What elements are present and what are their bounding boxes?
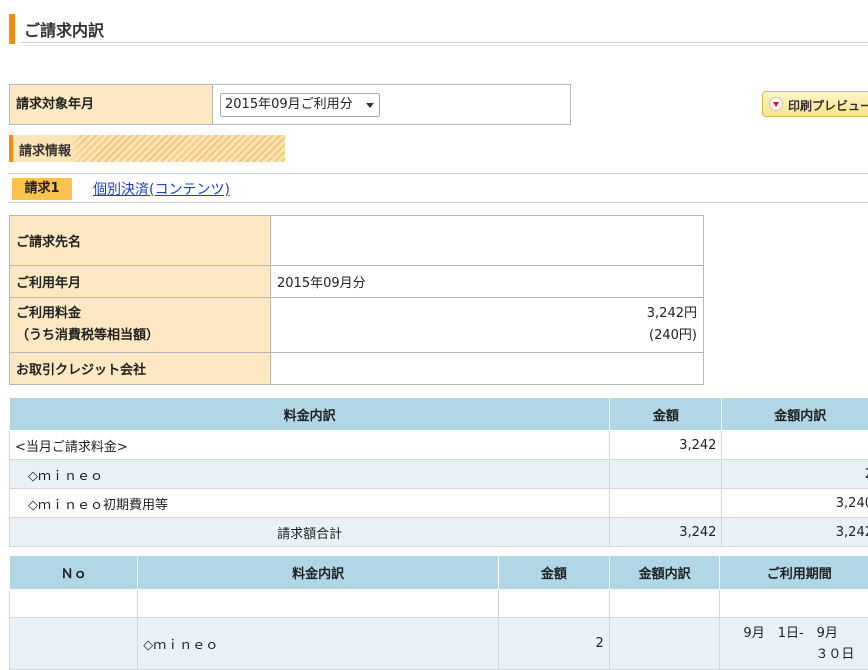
info-row-usage-month: ご利用年月 2015年09月分 — [9, 265, 704, 298]
arrow-down-icon — [769, 97, 783, 111]
request-link[interactable]: 個別決済(コンテンツ) — [93, 179, 230, 199]
fee-amount: 3,242 — [609, 430, 723, 460]
billing-name-value — [270, 215, 704, 266]
card-company-value — [270, 352, 704, 385]
detail-period — [719, 589, 868, 618]
table-row — [8, 589, 868, 618]
title-divider-shadow — [21, 45, 868, 46]
fee-total-label: 請求額合計 — [8, 517, 611, 547]
fee-total-amount: 3,242 — [609, 517, 723, 547]
billing-name-label: ご請求先名 — [9, 215, 271, 266]
detail-no — [8, 589, 139, 618]
title-divider — [21, 42, 868, 43]
table-row: ◇ｍｉｎｅｏ初期費用等 3,240 — [8, 488, 868, 518]
fee-item: ◇ｍｉｎｅｏ — [8, 459, 611, 489]
fee-label: ご利用料金 （うち消費税等相当額） — [9, 297, 271, 353]
detail-item — [137, 589, 499, 618]
detail-item: ◇ｍｉｎｅｏ — [137, 617, 499, 670]
detail-header-period: ご利用期間 — [719, 555, 868, 590]
table-row: ◇ｍｉｎｅｏ 2 9月 1日- 9月 ３０日 — [8, 617, 868, 670]
title-accent-bar — [9, 14, 15, 44]
detail-period-line1: 9月 1日- 9月 — [743, 625, 838, 641]
billing-month-selected: 2015年09月ご利用分 — [225, 97, 353, 112]
page-title: ご請求内訳 — [24, 21, 105, 40]
section-title: 請求情報 — [19, 144, 72, 159]
usage-detail-table: Ｎｏ 料金内訳 金額 金額内訳 ご利用期間 ◇ｍｉｎｅｏ 2 9月 1日- 9月… — [8, 555, 868, 670]
fee-label-line2: （うち消費税等相当額） — [16, 328, 160, 343]
detail-no — [8, 617, 139, 670]
fee-amount — [609, 459, 723, 489]
print-preview-label: 印刷プレビュー — [788, 99, 868, 113]
detail-detail — [608, 589, 721, 618]
usage-month-label: ご利用年月 — [9, 265, 271, 298]
page-title-bar: ご請求内訳 — [9, 14, 868, 46]
info-row-fee: ご利用料金 （うち消費税等相当額） 3,242円 (240円) — [9, 297, 704, 353]
detail-header-detail: 金額内訳 — [608, 555, 721, 590]
chevron-down-icon — [366, 103, 374, 108]
detail-period: 9月 1日- 9月 ３０日 — [719, 617, 868, 670]
section-header: 請求情報 — [9, 135, 285, 162]
billing-info-table: ご請求先名 ご利用年月 2015年09月分 ご利用料金 （うち消費税等相当額） … — [9, 215, 704, 385]
fee-detail: 2 — [721, 459, 868, 489]
detail-header-amount: 金額 — [498, 555, 610, 590]
table-row-total: 請求額合計 3,242 3,242 — [8, 517, 868, 547]
billing-month-select[interactable]: 2015年09月ご利用分 — [220, 93, 380, 117]
detail-amount: 2 — [498, 617, 610, 670]
fee-value-cell: 3,242円 (240円) — [270, 297, 704, 353]
info-row-billing-name: ご請求先名 — [9, 215, 704, 266]
table-row: <当月ご請求料金> 3,242 — [8, 430, 868, 460]
fee-item: <当月ご請求料金> — [8, 430, 611, 460]
fee-value: 3,242円 — [646, 306, 697, 321]
fee-detail — [721, 430, 868, 460]
fee-header-amount: 金額 — [609, 397, 723, 431]
request-row: 請求1 個別決済(コンテンツ) — [9, 173, 868, 203]
card-company-label: お取引クレジット会社 — [9, 352, 271, 385]
fee-item: ◇ｍｉｎｅｏ初期費用等 — [8, 488, 611, 518]
fee-amount — [609, 488, 723, 518]
table-row: ◇ｍｉｎｅｏ 2 — [8, 459, 868, 489]
request-badge: 請求1 — [12, 178, 72, 200]
fee-label-line1: ご利用料金 — [16, 306, 82, 321]
fee-header-row: 料金内訳 金額 金額内訳 — [8, 397, 868, 431]
fee-header-item: 料金内訳 — [8, 397, 611, 431]
fee-header-detail: 金額内訳 — [721, 397, 868, 431]
detail-header-row: Ｎｏ 料金内訳 金額 金額内訳 ご利用期間 — [8, 555, 868, 590]
detail-period-line2: ３０日 — [815, 646, 855, 662]
billing-month-row: 請求対象年月 2015年09月ご利用分 — [9, 84, 571, 125]
detail-amount — [498, 589, 610, 618]
print-preview-button[interactable]: 印刷プレビュー — [762, 91, 868, 117]
detail-header-item: 料金内訳 — [137, 555, 499, 590]
fee-breakdown-table: 料金内訳 金額 金額内訳 <当月ご請求料金> 3,242 ◇ｍｉｎｅｏ 2 ◇ｍ… — [8, 397, 868, 547]
billing-month-label: 請求対象年月 — [10, 85, 213, 124]
info-row-card-company: お取引クレジット会社 — [9, 352, 704, 385]
fee-total-detail: 3,242 — [721, 517, 868, 547]
detail-detail — [608, 617, 721, 670]
detail-header-no: Ｎｏ — [8, 555, 139, 590]
fee-detail: 3,240 — [721, 488, 868, 518]
usage-month-value: 2015年09月分 — [270, 265, 704, 298]
tax-value: (240円) — [649, 328, 697, 343]
